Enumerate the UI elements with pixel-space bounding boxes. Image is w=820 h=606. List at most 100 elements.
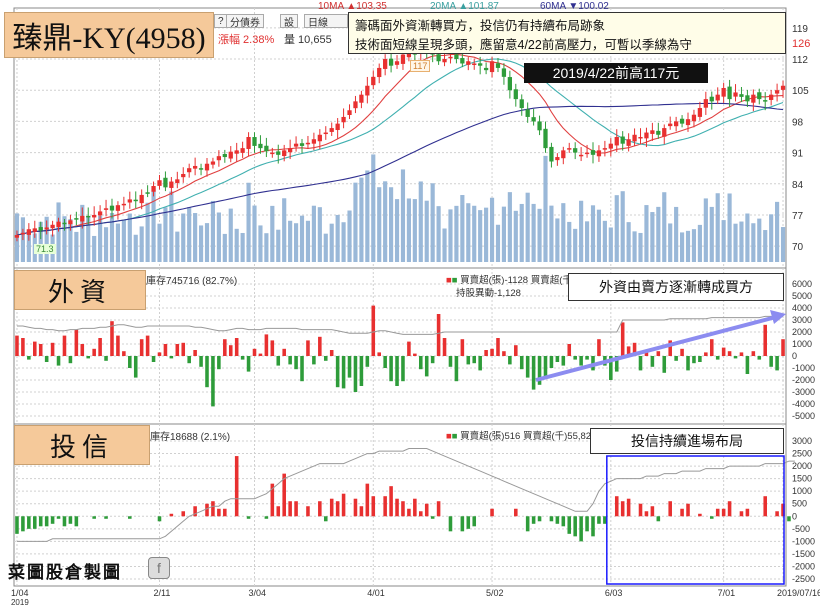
candle-down — [757, 92, 762, 100]
volume-bar — [454, 205, 459, 262]
candle-down — [454, 54, 459, 60]
volume-bar — [614, 195, 619, 262]
volume-bar — [406, 198, 411, 262]
trust-tick-label: 3000 — [792, 436, 812, 446]
candle-down — [252, 137, 257, 146]
foreign-bar — [62, 335, 67, 356]
foreign-tick-label: -4000 — [792, 399, 815, 409]
period-select[interactable]: 日線 — [304, 14, 348, 29]
trust-bar — [775, 511, 779, 517]
trust-bar — [537, 516, 542, 522]
date-tick-label: 2019/07/16 — [777, 588, 820, 598]
foreign-bar — [490, 348, 494, 356]
foreign-bar — [680, 348, 684, 356]
candle-up — [400, 54, 406, 64]
trust-bar — [335, 501, 340, 517]
volume-bar — [674, 206, 679, 262]
foreign-bar — [181, 342, 186, 356]
volume-bar — [383, 181, 388, 262]
candle-down — [513, 89, 518, 100]
candle-down — [436, 54, 441, 62]
volume-bar — [317, 207, 322, 262]
candle-up — [674, 121, 679, 127]
trust-bar — [721, 508, 726, 517]
volume-bar — [282, 198, 287, 262]
candle-up — [567, 148, 572, 150]
candle-up — [442, 59, 447, 63]
trust-bar — [62, 516, 67, 527]
trust-bar — [650, 506, 655, 517]
trust-bar — [68, 516, 73, 524]
foreign-bar — [294, 356, 298, 370]
foreign-bar — [347, 356, 352, 378]
foreign-bar — [276, 356, 281, 366]
volume-bar — [543, 155, 548, 262]
candle-up — [68, 220, 73, 225]
previous-high-label: 2019/4/22前高117元 — [524, 63, 708, 83]
candle-down — [739, 94, 744, 97]
foreign-bar — [573, 356, 577, 360]
foreign-bar — [169, 356, 174, 359]
trust-bar — [680, 508, 684, 517]
foreign-bar — [662, 356, 667, 373]
trust-legend-1: 買賣超(張)516 買賣超(千)55,821 — [460, 431, 597, 442]
trust-bar — [573, 516, 577, 537]
candle-up — [317, 134, 322, 142]
candle-up — [157, 180, 162, 186]
foreign-bar — [217, 356, 221, 370]
candle-up — [774, 90, 780, 94]
volume-bar — [252, 205, 257, 262]
foreign-bar — [353, 356, 358, 392]
trust-bar — [597, 516, 601, 524]
volume-bar — [193, 213, 198, 262]
foreign-bar — [519, 356, 524, 370]
trust-bar — [15, 516, 19, 534]
trust-tick-label: 1500 — [792, 474, 812, 484]
volume-bar — [145, 202, 150, 262]
candle-up — [127, 199, 132, 203]
date-tick-label: 5/02 — [486, 588, 504, 598]
volume-bar — [632, 231, 637, 262]
trust-bar — [472, 516, 477, 527]
candle-up — [632, 134, 637, 142]
candle-up — [329, 128, 334, 132]
bond-button[interactable]: 分債券 — [226, 14, 264, 29]
settings-button[interactable]: 設 — [280, 14, 298, 29]
foreign-bar — [597, 339, 601, 356]
facebook-icon[interactable]: f — [148, 557, 170, 579]
foreign-bar — [371, 305, 376, 356]
trust-bar — [709, 516, 714, 519]
commentary-line-1: 籌碼面外資漸轉買方，投信仍有持續布局跡象 — [355, 19, 606, 33]
candle-up — [472, 63, 477, 65]
foreign-bar — [92, 348, 96, 356]
foreign-bar — [531, 356, 536, 390]
volume-bar — [466, 203, 471, 262]
candle-down — [258, 143, 263, 149]
foreign-bar — [44, 356, 49, 362]
candle-down — [763, 100, 768, 102]
volume-bar — [424, 200, 429, 262]
candle-up — [697, 108, 703, 117]
high-tag: 117 — [410, 60, 431, 72]
candle-down — [264, 145, 269, 152]
foreign-bar — [727, 351, 732, 356]
trust-bar — [787, 516, 791, 522]
volume-bar — [697, 224, 702, 262]
candle-up — [394, 61, 400, 65]
candle-down — [549, 146, 554, 162]
trust-legend: ■■ 買賣超(張)516 買賣超(千)55,821 — [446, 431, 597, 442]
date-tick-label: 4/01 — [367, 588, 385, 598]
volume-bar — [299, 215, 305, 262]
volume-bar — [531, 203, 536, 262]
candle-up — [584, 152, 590, 155]
candle-up — [578, 154, 584, 157]
candle-up — [685, 119, 691, 126]
foreign-bar — [323, 356, 328, 361]
trust-tick-label: 2500 — [792, 449, 812, 459]
trust-tick-label: 1000 — [792, 486, 812, 496]
foreign-bar — [187, 356, 191, 364]
candle-up — [175, 179, 180, 183]
volume-bar — [377, 187, 382, 262]
foreign-trend-arrow — [535, 315, 777, 382]
volume-bar — [472, 205, 477, 262]
